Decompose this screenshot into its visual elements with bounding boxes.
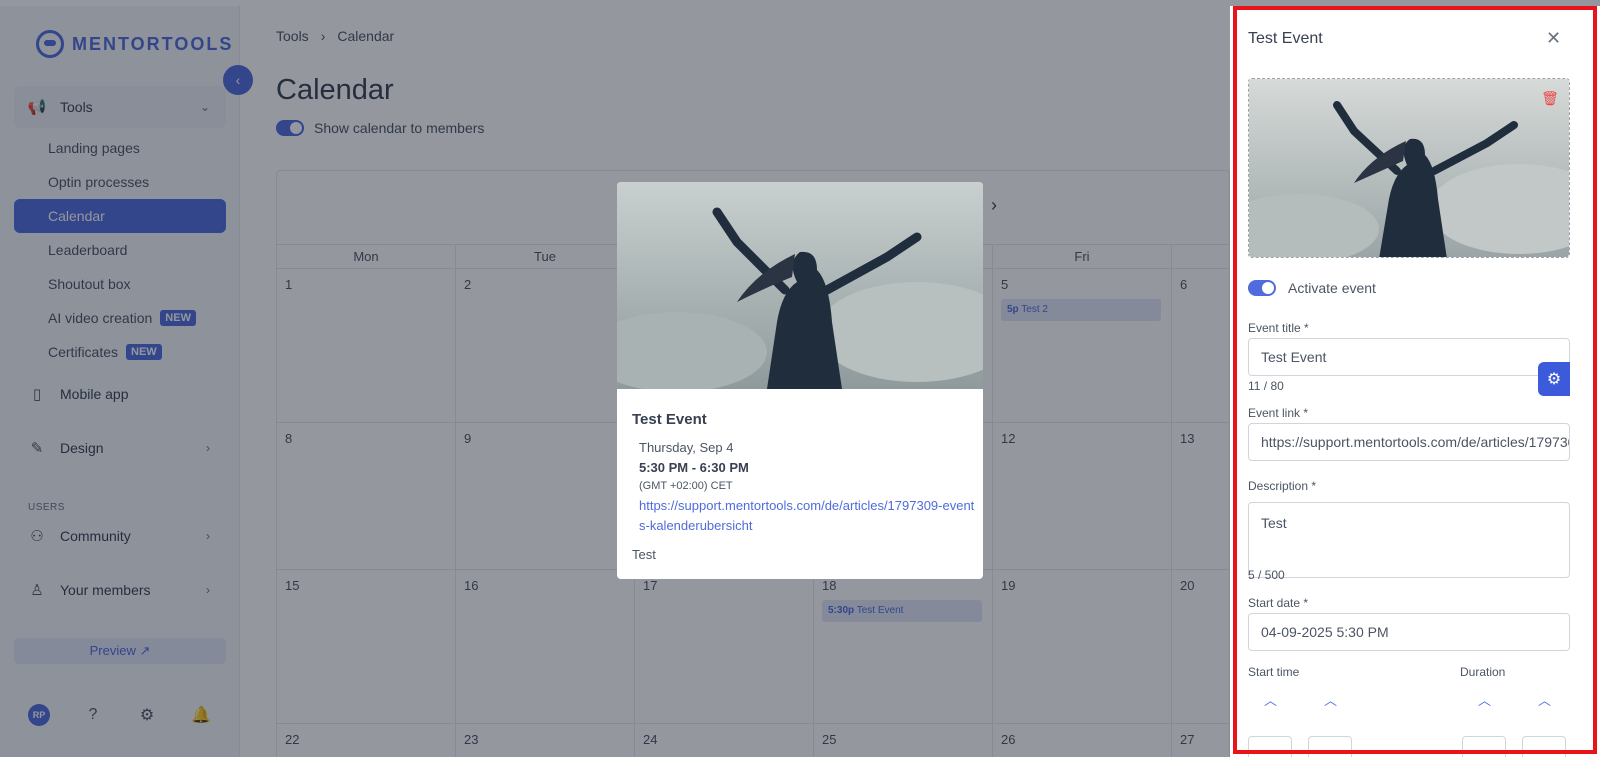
popup-event-date: Thursday, Sep 4 <box>639 440 734 455</box>
start-hour-up-icon[interactable]: ︿ <box>1264 690 1277 709</box>
description-counter: 5 / 500 <box>1248 568 1285 582</box>
duration-hour-up-icon[interactable]: ︿ <box>1478 690 1491 709</box>
event-title-label: Event title * <box>1248 321 1309 335</box>
start-hour-field[interactable] <box>1248 736 1292 757</box>
event-link-input[interactable]: https://support.mentortools.com/de/artic… <box>1248 423 1570 461</box>
event-title-counter: 11 / 80 <box>1248 379 1284 393</box>
duration-minute-up-icon[interactable]: ︿ <box>1538 690 1551 709</box>
event-link-label: Event link * <box>1248 406 1309 420</box>
popup-event-time: 5:30 PM - 6:30 PM <box>639 460 749 475</box>
event-image <box>1249 79 1569 257</box>
popup-event-link[interactable]: https://support.mentortools.com/de/artic… <box>639 496 977 536</box>
activate-event-label: Activate event <box>1288 280 1376 296</box>
popup-event-timezone: (GMT +02:00) CET <box>639 480 733 492</box>
start-time-label: Start time <box>1248 665 1300 679</box>
trash-icon[interactable]: 🗑 <box>1541 89 1559 107</box>
description-label: Description * <box>1248 479 1317 493</box>
description-textarea[interactable]: Test <box>1248 502 1570 578</box>
duration-label: Duration <box>1460 665 1506 679</box>
event-image <box>617 182 983 392</box>
popup-event-title: Test Event <box>632 411 707 428</box>
settings-tab[interactable]: ⚙ <box>1538 362 1570 396</box>
duration-minute-field[interactable] <box>1522 736 1566 757</box>
app: MENTORTOOLS 📢 Tools ⌄ Landing pages Opti… <box>0 0 1600 757</box>
popup-event-description: Test <box>632 547 656 562</box>
event-title-input[interactable]: Test Event <box>1248 338 1570 376</box>
activate-event-row: Activate event <box>1248 280 1376 296</box>
start-minute-field[interactable] <box>1308 736 1352 757</box>
event-preview-popup: Test Event Thursday, Sep 4 5:30 PM - 6:3… <box>617 182 983 579</box>
start-date-input[interactable]: 04-09-2025 5:30 PM <box>1248 613 1570 651</box>
duration-hour-field[interactable] <box>1462 736 1506 757</box>
event-image-upload[interactable]: 🗑 <box>1248 78 1570 258</box>
start-minute-up-icon[interactable]: ︿ <box>1324 690 1337 709</box>
gear-icon: ⚙ <box>1546 371 1562 388</box>
close-icon[interactable]: ✕ <box>1546 28 1561 49</box>
drawer-title: Test Event <box>1248 30 1323 47</box>
activate-event-toggle[interactable] <box>1248 280 1276 296</box>
start-date-label: Start date * <box>1248 596 1309 610</box>
